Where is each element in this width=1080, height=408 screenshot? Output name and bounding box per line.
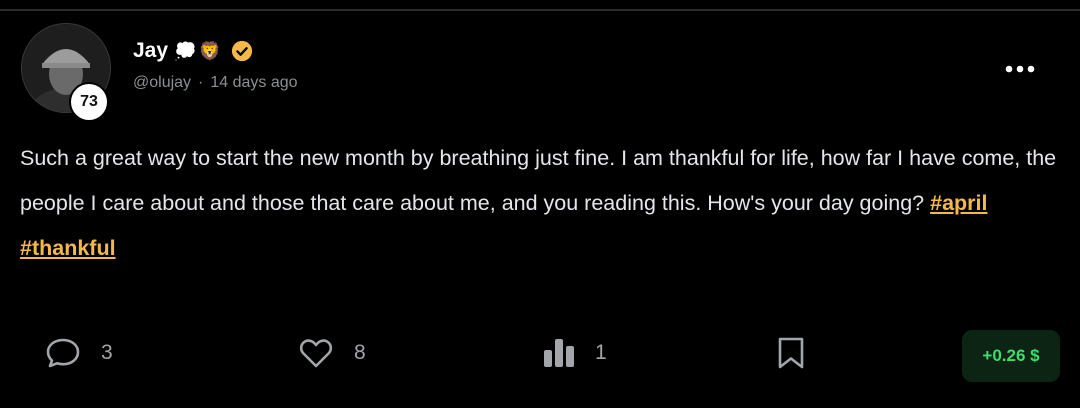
comment-button[interactable]: 3 (45, 316, 113, 390)
heart-icon (299, 339, 333, 368)
tip-button[interactable]: +0.26 $ (962, 330, 1060, 382)
author-display-name[interactable]: Jay (133, 39, 168, 63)
post-meta: @olujay · 14 days ago (133, 74, 298, 92)
post-body: Such a great way to start the new month … (20, 136, 1060, 271)
views-count: 1 (595, 341, 607, 364)
hashtag-link[interactable]: #april (930, 191, 987, 215)
post-timestamp[interactable]: 14 days ago (210, 74, 297, 92)
meta-separator: · (198, 74, 204, 91)
author-name-emojis: 💭🦁 (174, 40, 223, 62)
like-count: 8 (354, 341, 366, 364)
comment-bubble-icon (46, 338, 80, 368)
level-badge: 73 (69, 82, 109, 122)
bar-chart-icon (544, 339, 574, 367)
hashtag-link[interactable]: #thankful (20, 236, 116, 260)
like-button[interactable]: 8 (298, 316, 366, 390)
post-text: Such a great way to start the new month … (20, 146, 1057, 215)
comment-count: 3 (101, 341, 113, 364)
bookmark-icon (778, 337, 804, 369)
more-options-button[interactable] (1000, 57, 1040, 81)
bookmark-button[interactable] (776, 316, 806, 390)
verified-badge-icon (231, 40, 252, 62)
author-avatar-wrap[interactable]: 73 (21, 23, 111, 122)
more-horizontal-icon (1005, 65, 1035, 73)
author-handle[interactable]: @olujay (133, 74, 191, 92)
author-name-row: Jay 💭🦁 (133, 38, 253, 64)
post-actions: 3 8 1 +0.26 $ (0, 316, 1080, 390)
post-card: 73 Jay 💭🦁 @olujay · 14 days ago Such a g… (0, 11, 1080, 408)
views-button[interactable]: 1 (543, 316, 607, 390)
